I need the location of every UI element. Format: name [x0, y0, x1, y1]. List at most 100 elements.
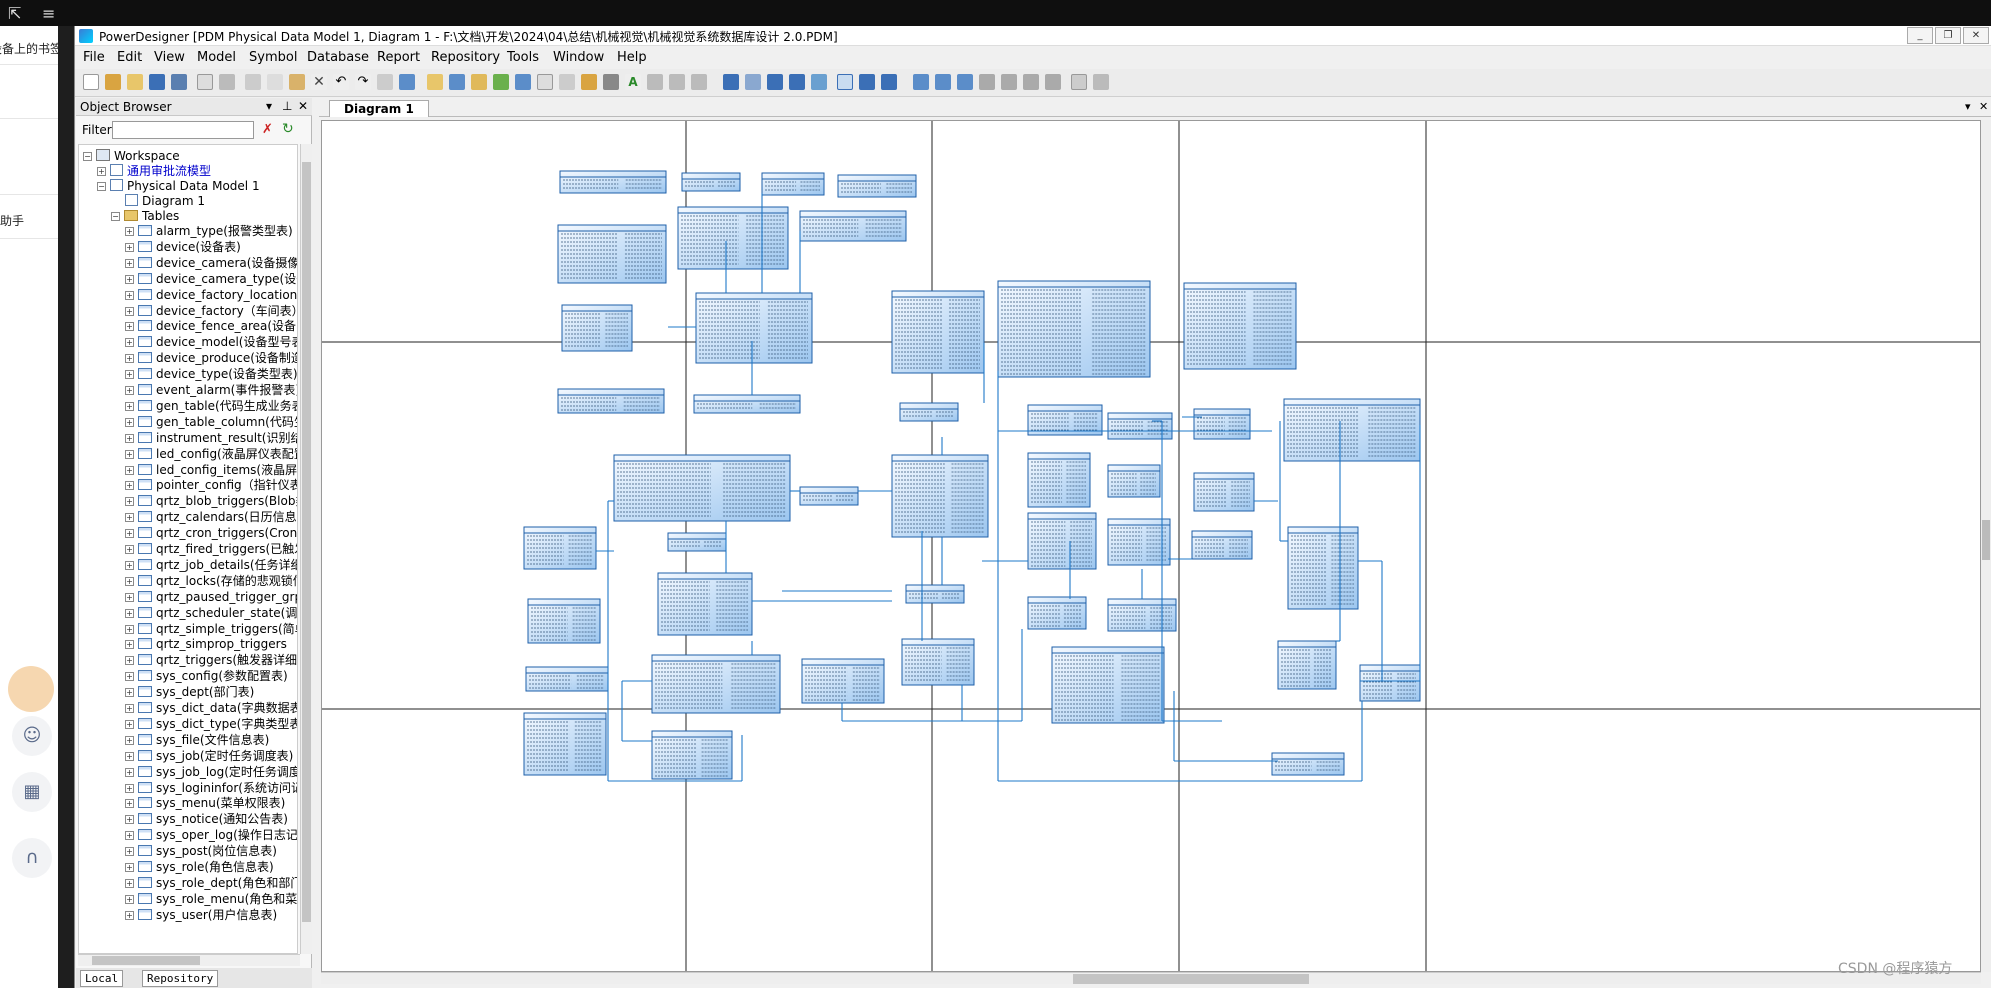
tree-node-table[interactable]: + sys_config(参数配置表): [125, 669, 288, 684]
tree-node-table[interactable]: + qrtz_simprop_triggers: [125, 637, 287, 652]
new-model-icon[interactable]: [105, 74, 121, 90]
tree-node-table[interactable]: + sys_dept(部门表): [125, 685, 254, 700]
table-tool-icon[interactable]: [723, 74, 739, 90]
tree-node-table[interactable]: +qrtz_paused_trigger_grps(暂: [125, 590, 297, 605]
ai-assistant-icon[interactable]: ☺: [12, 716, 52, 756]
tree-node-table[interactable]: + sys_role(角色信息表): [125, 860, 274, 875]
back-icon[interactable]: [669, 74, 685, 90]
tab-diagram-1[interactable]: Diagram 1: [329, 100, 429, 117]
tree-node-table[interactable]: + pointer_config（指针仪表: [125, 478, 297, 493]
group-icon[interactable]: [1023, 74, 1039, 90]
zoom-icon[interactable]: [837, 74, 853, 90]
menu-report[interactable]: Report: [377, 50, 420, 65]
delete-icon[interactable]: ✕: [311, 74, 327, 90]
link-icon[interactable]: [603, 74, 619, 90]
menu-repository[interactable]: Repository: [431, 50, 500, 65]
menu-help[interactable]: Help: [617, 50, 647, 65]
tree-node-table[interactable]: +instrument_result(识别结果: [125, 431, 297, 446]
reference-tool-icon[interactable]: [767, 74, 783, 90]
tree-node-table[interactable]: +device_camera_type(设备摄: [125, 272, 297, 287]
tree-node-table[interactable]: + sys_role_dept(角色和部门: [125, 876, 297, 891]
tab-close-icon[interactable]: ✕: [1979, 100, 1988, 113]
close-panel-icon[interactable]: ✕: [298, 99, 308, 113]
browse-icon[interactable]: [427, 74, 443, 90]
tree-node-table[interactable]: + sys_role_menu(角色和菜单: [125, 892, 297, 907]
undo-icon[interactable]: ↶: [333, 74, 349, 90]
restore-button[interactable]: ❐: [1935, 27, 1961, 44]
tree-node-table[interactable]: + device_type(设备类型表): [125, 367, 297, 382]
ungroup-icon[interactable]: [1045, 74, 1061, 90]
distribute-icon[interactable]: [957, 74, 973, 90]
bookmarks-label[interactable]: 设备上的书签: [0, 40, 58, 57]
save-all-icon[interactable]: [171, 74, 187, 90]
view-reference-icon[interactable]: [789, 74, 805, 90]
tree-node-table[interactable]: + gen_table(代码生成业务表: [125, 399, 297, 414]
align-left-icon[interactable]: [979, 74, 995, 90]
layout-icon[interactable]: [913, 74, 929, 90]
paste-icon[interactable]: [289, 74, 305, 90]
tree-node-table[interactable]: + led_config(液晶屏仪表配置: [125, 447, 297, 462]
tree-node-table[interactable]: + device_produce(设备制造: [125, 351, 297, 366]
generate-icon[interactable]: [449, 74, 465, 90]
align-right-icon[interactable]: [1001, 74, 1017, 90]
properties-icon[interactable]: [377, 74, 393, 90]
clear-filter-icon[interactable]: ✗: [262, 122, 273, 137]
tree-node-table[interactable]: +qrtz_fired_triggers(已触发的: [125, 542, 297, 557]
tab-local[interactable]: Local: [80, 970, 124, 987]
page-setup-icon[interactable]: [1071, 74, 1087, 90]
menu-file[interactable]: File: [83, 50, 105, 65]
tree-node-diagram[interactable]: Diagram 1: [125, 194, 205, 209]
tree-node-tables-folder[interactable]: − Tables: [111, 209, 179, 224]
menu-edit[interactable]: Edit: [117, 50, 142, 65]
view-tool-icon[interactable]: [745, 74, 761, 90]
check-model-icon[interactable]: [399, 74, 415, 90]
procedure-tool-icon[interactable]: [811, 74, 827, 90]
tree-node-table[interactable]: + sys_job(定时任务调度表): [125, 749, 293, 764]
cut-icon[interactable]: [245, 74, 261, 90]
pen-icon[interactable]: [581, 74, 597, 90]
tree-node-table[interactable]: + sys_user(用户信息表): [125, 908, 277, 923]
package-icon[interactable]: [881, 74, 897, 90]
tree-node-table[interactable]: +qrtz_cron_triggers(Cron类型: [125, 526, 297, 541]
note-icon[interactable]: [859, 74, 875, 90]
impact-icon[interactable]: [515, 74, 531, 90]
dropdown-icon[interactable]: ▾: [266, 99, 272, 113]
tree-horizontal-scrollbar[interactable]: [78, 954, 300, 966]
canvas-vertical-scrollbar[interactable]: [1981, 120, 1991, 972]
apps-grid-icon[interactable]: ▦: [12, 772, 52, 812]
tree-node-table[interactable]: + device_fence_area(设备电: [125, 319, 297, 334]
refresh-icon[interactable]: [493, 74, 509, 90]
print-diagram-icon[interactable]: [1093, 74, 1109, 90]
canvas-horizontal-scrollbar[interactable]: [321, 972, 1981, 984]
tree-node-workspace[interactable]: − Workspace: [83, 149, 180, 164]
tree-node-table[interactable]: + sys_dict_type(字典类型表: [125, 717, 297, 732]
tree-node-table[interactable]: + event_alarm(事件报警表): [125, 383, 297, 398]
tree-node-table[interactable]: + qrtz_triggers(触发器详细信: [125, 653, 297, 668]
diagram-canvas[interactable]: [321, 120, 1981, 972]
copy-icon[interactable]: [267, 74, 283, 90]
tree-node-physical-model[interactable]: − Physical Data Model 1: [97, 179, 260, 194]
menu-tools[interactable]: Tools: [507, 50, 539, 65]
browser-menu-icon[interactable]: ≡: [42, 4, 55, 23]
tree-node-table[interactable]: + device(设备表): [125, 240, 241, 255]
tree-node-table[interactable]: + sys_file(文件信息表): [125, 733, 269, 748]
close-button[interactable]: ✕: [1963, 27, 1989, 44]
align-icon[interactable]: [647, 74, 663, 90]
tree-node-table[interactable]: + device_model(设备型号表: [125, 335, 297, 350]
tab-menu-icon[interactable]: ▾: [1965, 100, 1971, 113]
headset-icon[interactable]: ∩: [12, 838, 52, 878]
tree-node-table[interactable]: + sys_oper_log(操作日志记: [125, 828, 297, 843]
tree-node-table[interactable]: + qrtz_locks(存储的悲观锁信: [125, 574, 297, 589]
tree-node-table[interactable]: +qrtz_job_details(任务详细信: [125, 558, 297, 573]
tree-node-table[interactable]: + sys_logininfor(系统访问记: [125, 781, 297, 796]
tree-node-table[interactable]: + sys_post(岗位信息表): [125, 844, 277, 859]
tree-node-table[interactable]: + sys_job_log(定时任务调度: [125, 765, 297, 780]
find-icon[interactable]: [471, 74, 487, 90]
menu-database[interactable]: Database: [307, 50, 369, 65]
menu-model[interactable]: Model: [197, 50, 236, 65]
minimize-button[interactable]: _: [1907, 27, 1933, 44]
print-icon[interactable]: [219, 74, 235, 90]
tree-node-table[interactable]: + sys_notice(通知公告表): [125, 812, 288, 827]
menu-view[interactable]: View: [154, 50, 185, 65]
tree-node-table[interactable]: + sys_menu(菜单权限表): [125, 796, 285, 811]
